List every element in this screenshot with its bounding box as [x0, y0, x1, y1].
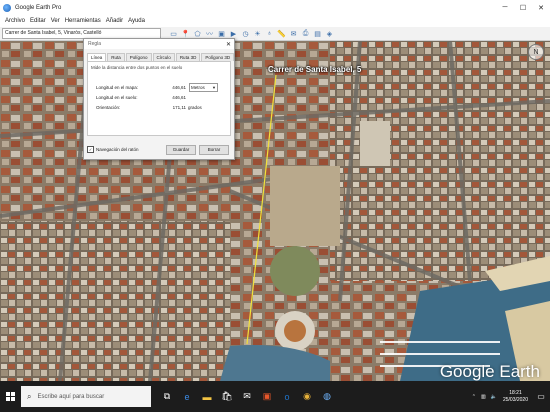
- menu-ver[interactable]: Ver: [51, 18, 60, 24]
- network-icon[interactable]: ▥: [481, 394, 486, 400]
- place-label[interactable]: Carrer de Santa Isabel, 5: [268, 65, 361, 74]
- tab-ruta[interactable]: Ruta: [107, 53, 125, 61]
- heading-unit: grados: [188, 105, 202, 110]
- heading-row: Orientación: 171,11 grados: [96, 105, 231, 110]
- map-length-value: 446,61: [172, 85, 186, 90]
- store-icon[interactable]: 🛍: [217, 381, 237, 412]
- menu-editar[interactable]: Editar: [30, 18, 46, 24]
- menu-herramientas[interactable]: Herramientas: [65, 18, 101, 24]
- tab-linea[interactable]: Línea: [87, 53, 107, 61]
- ruler-description: Mide la distancia entre dos puntos en el…: [91, 65, 183, 70]
- map-length-label: Longitud en el mapa:: [96, 85, 139, 90]
- unit-select[interactable]: Metros ▼: [189, 83, 218, 92]
- sidebar-toggle-icon[interactable]: ▭: [169, 29, 178, 38]
- ruler-panel: Mide la distancia entre dos puntos en el…: [87, 61, 231, 136]
- start-button[interactable]: [0, 381, 20, 412]
- unit-select-value: Metros: [191, 85, 205, 90]
- planets-icon[interactable]: ♁: [265, 29, 274, 38]
- ground-length-value: 446,61: [172, 95, 186, 100]
- ruler-tabs: Línea Ruta Polígono Círculo Ruta 3D Polí…: [87, 53, 235, 61]
- menu-anadir[interactable]: Añadir: [106, 18, 123, 24]
- save-button[interactable]: Guardar: [166, 144, 196, 155]
- placemark-icon[interactable]: 📍: [181, 29, 190, 38]
- notification-icon[interactable]: ▭: [534, 389, 548, 403]
- record-tour-icon[interactable]: ▶: [229, 29, 238, 38]
- chevron-down-icon: ▼: [212, 85, 216, 90]
- taskbar-apps: ⧉ e ▬ 🛍 ✉ ▣ o ◉ ◍: [157, 381, 337, 412]
- menu-bar: Archivo Editar Ver Herramientas Añadir A…: [0, 15, 550, 27]
- title-bar: Google Earth Pro ─ ☐ ✕: [0, 0, 550, 15]
- mouse-navigation-label: Navegación del ratón: [96, 147, 139, 152]
- window-title: Google Earth Pro: [15, 4, 62, 11]
- tab-ruta-3d[interactable]: Ruta 3D: [175, 53, 201, 61]
- tray-chevron-icon[interactable]: ⌃: [472, 394, 476, 400]
- clear-button[interactable]: Borrar: [199, 144, 229, 155]
- taskbar: ⌕ Escribe aquí para buscar ⧉ e ▬ 🛍 ✉ ▣ o…: [0, 381, 550, 412]
- file-explorer-icon[interactable]: ▬: [197, 381, 217, 412]
- system-tray: ⌃ ▥ 🔈 18:21 25/03/2020: [472, 381, 528, 412]
- office-icon[interactable]: ▣: [257, 381, 277, 412]
- heading-value: 171,11: [172, 105, 186, 110]
- ruler-dialog: Regla ✕ Línea Ruta Polígono Círculo Ruta…: [83, 38, 235, 160]
- taskbar-search[interactable]: ⌕ Escribe aquí para buscar: [21, 386, 151, 407]
- windows-logo-icon: [5, 392, 15, 401]
- path-icon[interactable]: 〰: [205, 29, 214, 38]
- historical-imagery-icon[interactable]: ◷: [241, 29, 250, 38]
- dialog-close-icon[interactable]: ✕: [226, 41, 231, 48]
- dialog-title-bar[interactable]: Regla ✕: [84, 39, 234, 49]
- tab-poligono-3d[interactable]: Polígono 3D: [201, 53, 235, 61]
- google-maps-icon[interactable]: ◈: [325, 29, 334, 38]
- save-image-icon[interactable]: ▤: [313, 29, 322, 38]
- clock-time: 18:21: [509, 389, 522, 396]
- clock-date: 25/03/2020: [502, 396, 528, 403]
- email-icon[interactable]: ✉: [289, 29, 298, 38]
- clock[interactable]: 18:21 25/03/2020: [503, 390, 528, 404]
- menu-ayuda[interactable]: Ayuda: [128, 18, 145, 24]
- mouse-navigation-checkbox[interactable]: ✓: [87, 146, 94, 153]
- image-overlay-icon[interactable]: ▣: [217, 29, 226, 38]
- polygon-icon[interactable]: ⬠: [193, 29, 202, 38]
- toolbar-icons: ▭ 📍 ⬠ 〰 ▣ ▶ ◷ ☀ ♁ 📏 ✉ ⎙ ▤ ◈: [169, 29, 337, 38]
- edge-icon[interactable]: e: [177, 381, 197, 412]
- dialog-footer: ✓ Navegación del ratón Guardar Borrar: [87, 144, 232, 155]
- close-button[interactable]: ✕: [532, 0, 550, 15]
- dialog-title: Regla: [88, 41, 102, 47]
- outlook-icon[interactable]: o: [277, 381, 297, 412]
- tab-circulo[interactable]: Círculo: [152, 53, 175, 61]
- print-icon[interactable]: ⎙: [301, 29, 310, 38]
- google-earth-app-icon: [3, 3, 11, 12]
- google-earth-taskbar-icon[interactable]: ◍: [317, 381, 337, 412]
- taskbar-search-placeholder: Escribe aquí para buscar: [37, 393, 105, 400]
- tab-poligono[interactable]: Polígono: [125, 53, 152, 61]
- map-length-row: Longitud en el mapa: 446,61 Metros ▼: [96, 83, 231, 92]
- mail-icon[interactable]: ✉: [237, 381, 257, 412]
- chrome-icon[interactable]: ◉: [297, 381, 317, 412]
- search-icon: ⌕: [27, 391, 32, 401]
- task-view-icon[interactable]: ⧉: [157, 381, 177, 412]
- maximize-button[interactable]: ☐: [514, 0, 532, 15]
- ground-length-label: Longitud en el suelo:: [96, 95, 138, 100]
- sun-icon[interactable]: ☀: [253, 29, 262, 38]
- ground-length-row: Longitud en el suelo: 446,61: [96, 95, 231, 100]
- ruler-icon[interactable]: 📏: [277, 29, 286, 38]
- minimize-button[interactable]: ─: [496, 0, 514, 15]
- heading-label: Orientación:: [96, 105, 121, 110]
- navigation-compass-icon[interactable]: N: [528, 44, 544, 60]
- volume-icon[interactable]: 🔈: [491, 394, 497, 400]
- google-earth-logo: Google Earth: [439, 362, 540, 381]
- window-controls: ─ ☐ ✕: [496, 0, 550, 15]
- menu-archivo[interactable]: Archivo: [5, 18, 25, 24]
